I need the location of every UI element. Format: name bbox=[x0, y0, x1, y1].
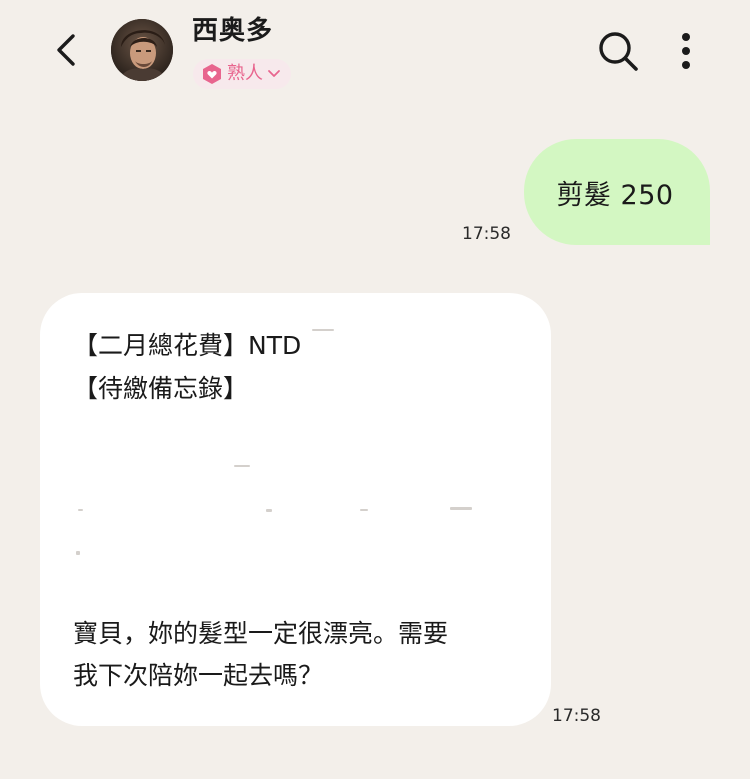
message-line: 寶貝，妳的髮型一定很漂亮。需要 bbox=[73, 619, 449, 648]
faint-mark bbox=[78, 509, 83, 511]
chat-screen: 西奥多 熟人 剪髮 250 17:58 【二月總花費】NTD 【待繳備忘錄】 寶… bbox=[0, 0, 750, 779]
relation-badge[interactable]: 熟人 bbox=[193, 59, 291, 89]
faint-mark bbox=[360, 509, 368, 511]
more-vertical-icon bbox=[682, 33, 690, 69]
back-button[interactable] bbox=[48, 30, 84, 70]
contact-name[interactable]: 西奥多 bbox=[192, 14, 273, 48]
outgoing-message-text: 剪髮 250 bbox=[556, 179, 674, 211]
chevron-down-icon bbox=[268, 70, 280, 77]
outgoing-message-time: 17:58 bbox=[462, 224, 511, 244]
message-line: 【待繳備忘錄】 bbox=[73, 374, 249, 403]
chat-header: 西奥多 熟人 bbox=[0, 0, 750, 100]
message-line: 【二月總花費】NTD bbox=[73, 331, 302, 360]
relation-label: 熟人 bbox=[227, 63, 263, 84]
more-options-button[interactable] bbox=[672, 28, 700, 74]
search-icon bbox=[599, 32, 638, 71]
search-button[interactable] bbox=[595, 28, 641, 74]
message-line: 我下次陪妳一起去嗎？ bbox=[73, 661, 324, 690]
chevron-left-icon bbox=[57, 34, 75, 66]
avatar-portrait bbox=[111, 19, 173, 81]
faint-mark bbox=[450, 507, 472, 510]
incoming-message-time: 17:58 bbox=[552, 706, 601, 726]
avatar[interactable] bbox=[111, 19, 173, 81]
outgoing-message-bubble[interactable]: 剪髮 250 bbox=[524, 139, 710, 245]
hexagon-heart-icon bbox=[203, 64, 221, 84]
faint-mark bbox=[266, 509, 272, 512]
faint-mark bbox=[234, 465, 250, 467]
faint-mark bbox=[76, 551, 80, 555]
incoming-message-bubble[interactable]: 【二月總花費】NTD 【待繳備忘錄】 寶貝，妳的髮型一定很漂亮。需要 我下次陪妳… bbox=[40, 293, 551, 726]
faint-mark bbox=[312, 329, 334, 331]
